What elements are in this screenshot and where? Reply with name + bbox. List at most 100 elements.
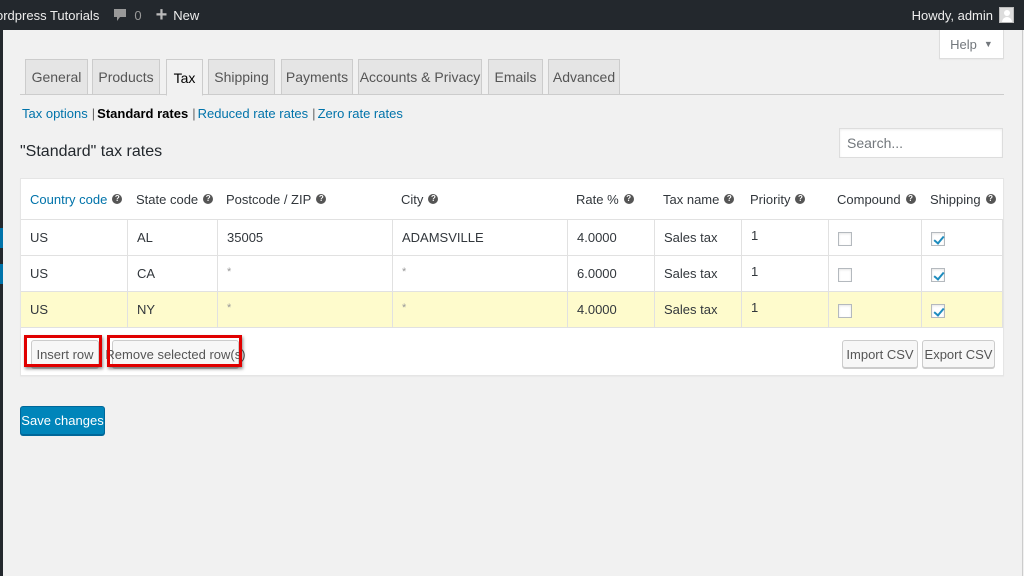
column-label: Priority (750, 191, 791, 207)
tab-shipping[interactable]: Shipping (208, 59, 275, 95)
insert-row-button[interactable]: Insert row (31, 340, 99, 368)
window-edge (1022, 30, 1023, 576)
search-input[interactable] (839, 128, 1003, 158)
avatar-icon (999, 7, 1014, 23)
cell-postcode[interactable]: * (218, 292, 393, 327)
cell-priority[interactable]: 1 (742, 292, 829, 327)
shipping-checkbox[interactable] (931, 232, 945, 246)
help-tip-icon[interactable]: ? (112, 194, 123, 204)
column-header-state-code: State code? (136, 179, 214, 219)
cell-country-code[interactable]: US (21, 292, 128, 327)
cell-shipping[interactable] (922, 292, 1003, 327)
sidebar-accent (0, 228, 3, 248)
column-label: Tax name (663, 191, 720, 207)
tab-products[interactable]: Products (92, 59, 160, 95)
save-changes-button[interactable]: Save changes (20, 406, 105, 435)
tab-advanced[interactable]: Advanced (548, 59, 620, 95)
cell-compound[interactable] (829, 256, 922, 291)
tab-payments[interactable]: Payments (281, 59, 353, 95)
cell-compound[interactable] (829, 292, 922, 327)
new-content-link[interactable]: + New (156, 5, 200, 25)
cell-postcode[interactable]: * (218, 256, 393, 291)
cell-city[interactable]: ADAMSVILLE (393, 220, 568, 255)
help-button[interactable]: Help ▼ (939, 30, 1004, 59)
column-header-postcode: Postcode / ZIP? (226, 179, 327, 219)
tab-tax[interactable]: Tax (166, 59, 203, 96)
column-label: Rate % (576, 191, 619, 207)
cell-shipping[interactable] (922, 220, 1003, 255)
tab-accounts-privacy[interactable]: Accounts & Privacy (358, 59, 482, 95)
shipping-checkbox[interactable] (931, 304, 945, 318)
column-label: City (401, 191, 424, 207)
cell-rate[interactable]: 6.0000 (568, 256, 655, 291)
cell-tax-name[interactable]: Sales tax (655, 220, 742, 255)
cell-country-code[interactable]: US (21, 220, 128, 255)
shipping-checkbox[interactable] (931, 268, 945, 282)
cell-city[interactable]: * (393, 292, 568, 327)
new-label: New (173, 7, 200, 23)
remove-selected-rows-button[interactable]: Remove selected row(s) (105, 340, 246, 368)
cell-city[interactable]: * (393, 256, 568, 291)
cell-compound[interactable] (829, 220, 922, 255)
tax-subnav: Tax options | Standard rates | Reduced r… (22, 106, 403, 121)
column-label: Country code (30, 191, 108, 207)
help-tip-icon[interactable]: ? (316, 194, 327, 204)
caret-down-icon: ▼ (983, 39, 993, 49)
compound-checkbox[interactable] (838, 232, 852, 246)
table-row[interactable]: US NY * * 4.0000 Sales tax 1 (21, 292, 1003, 328)
help-tip-icon[interactable]: ? (203, 194, 214, 204)
cell-tax-name[interactable]: Sales tax (655, 256, 742, 291)
subnav-standard-rates[interactable]: Standard rates (97, 106, 188, 121)
plus-icon: + (155, 4, 168, 26)
tab-general[interactable]: General (25, 59, 88, 95)
column-header-city: City? (401, 179, 439, 219)
page-title: "Standard" tax rates (20, 143, 163, 160)
cell-priority[interactable]: 1 (742, 220, 829, 255)
export-csv-button[interactable]: Export CSV (922, 340, 995, 368)
table-row[interactable]: US AL 35005 ADAMSVILLE 4.0000 Sales tax 1 (21, 220, 1003, 256)
column-header-compound: Compound? (837, 179, 916, 219)
account-menu[interactable]: Howdy, admin (912, 0, 1014, 30)
help-tip-icon[interactable]: ? (428, 194, 439, 204)
sidebar-accent (0, 264, 3, 284)
cell-priority[interactable]: 1 (742, 256, 829, 291)
cell-state-code[interactable]: CA (128, 256, 218, 291)
import-csv-button[interactable]: Import CSV (842, 340, 918, 368)
admin-bar: ordpress Tutorials 0 + New Howdy, admin (0, 0, 1024, 30)
tab-emails[interactable]: Emails (488, 59, 543, 95)
help-tip-icon[interactable]: ? (905, 194, 916, 204)
site-name-link[interactable]: ordpress Tutorials (0, 8, 99, 23)
comments-link[interactable]: 0 (113, 7, 142, 23)
column-header-tax-name: Tax name? (663, 179, 735, 219)
subnav-reduced-rate-rates[interactable]: Reduced rate rates (198, 106, 309, 121)
table-footer: Insert row Remove selected row(s) Import… (21, 328, 1003, 375)
cell-state-code[interactable]: AL (128, 220, 218, 255)
cell-tax-name[interactable]: Sales tax (655, 292, 742, 327)
help-tip-icon[interactable]: ? (724, 194, 735, 204)
cell-rate[interactable]: 4.0000 (568, 292, 655, 327)
column-header-country-code[interactable]: Country code? (30, 179, 123, 219)
cell-country-code[interactable]: US (21, 256, 128, 291)
cell-shipping[interactable] (922, 256, 1003, 291)
column-header-rate: Rate %? (576, 179, 634, 219)
howdy-label: Howdy, admin (911, 7, 993, 23)
subnav-separator: | (312, 106, 316, 121)
table-header: Country code? State code? Postcode / ZIP… (21, 179, 1003, 220)
cell-postcode[interactable]: 35005 (218, 220, 393, 255)
help-label: Help (950, 36, 977, 52)
column-header-shipping: Shipping? (930, 179, 996, 219)
comments-count: 0 (134, 7, 142, 23)
cell-rate[interactable]: 4.0000 (568, 220, 655, 255)
table-row[interactable]: US CA * * 6.0000 Sales tax 1 (21, 256, 1003, 292)
compound-checkbox[interactable] (838, 304, 852, 318)
compound-checkbox[interactable] (838, 268, 852, 282)
help-tip-icon[interactable]: ? (985, 194, 996, 204)
subnav-separator: | (91, 106, 96, 121)
help-tip-icon[interactable]: ? (623, 194, 634, 204)
column-label: Compound (837, 191, 901, 207)
subnav-zero-rate-rates[interactable]: Zero rate rates (318, 106, 403, 121)
column-label: State code (136, 191, 199, 207)
cell-state-code[interactable]: NY (128, 292, 218, 327)
subnav-tax-options[interactable]: Tax options (22, 106, 88, 121)
help-tip-icon[interactable]: ? (795, 194, 806, 204)
